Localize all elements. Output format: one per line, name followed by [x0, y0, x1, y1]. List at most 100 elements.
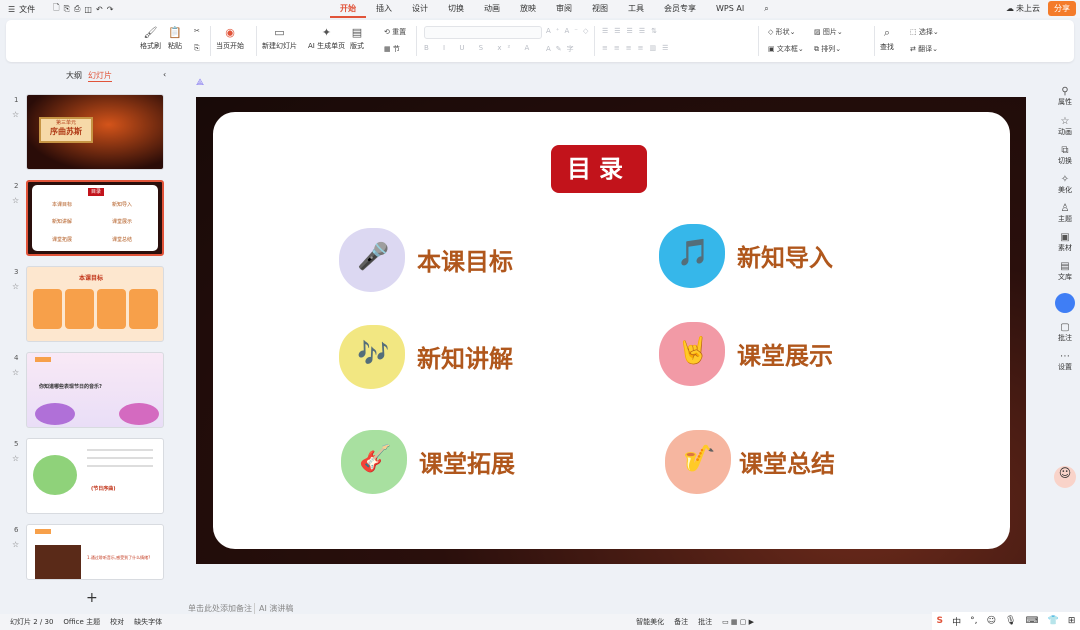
play-icon: ◉: [225, 26, 235, 39]
theme-name[interactable]: Office 主题: [63, 617, 100, 627]
ai-slide-button[interactable]: ✦ AI 生成单页: [308, 26, 345, 51]
font-color-buttons: A✎字: [546, 45, 579, 53]
find-button[interactable]: ⌕ 查找: [880, 26, 894, 52]
cut-icon[interactable]: ✂: [194, 27, 200, 35]
slide-canvas[interactable]: 目录 🎤 本课目标 🎵 新知导入 🎶 新知讲解 🤘 课堂展示 🎸 课堂拓展 🎷 …: [196, 97, 1026, 564]
theme-icon: ♙: [1060, 203, 1070, 214]
tab-view[interactable]: 视图: [582, 0, 618, 18]
ime-language[interactable]: 中: [952, 615, 961, 628]
format-painter-button[interactable]: 🖌 格式刷: [140, 26, 161, 51]
avatar[interactable]: ☺: [1054, 466, 1076, 488]
view-icons[interactable]: ▭ ▦ ▢ ▶: [722, 618, 754, 626]
new-slide-button[interactable]: ▭ 新建幻灯片: [262, 26, 297, 51]
missing-font-button[interactable]: 缺失字体: [134, 617, 162, 627]
settings-button[interactable]: ⋯ 设置: [1050, 351, 1080, 372]
clipboard-icon: 📋: [168, 26, 182, 39]
transition-button[interactable]: ⧉ 切换: [1050, 145, 1080, 166]
comments-status-button[interactable]: 批注: [698, 617, 712, 627]
proofing-button[interactable]: 校对: [110, 617, 124, 627]
star-icon[interactable]: ☆: [12, 196, 19, 205]
grid-icon[interactable]: ⊞: [1068, 616, 1076, 626]
hamburger-icon[interactable]: ☰: [8, 5, 15, 14]
ai-assist-icon[interactable]: ⟁: [196, 78, 204, 88]
slide-thumb-row[interactable]: 4 ☆ 你知道哪些表现节日的音乐?: [0, 350, 180, 430]
redo-icon[interactable]: ↷: [107, 5, 114, 14]
search-icon[interactable]: ⌕: [754, 0, 778, 18]
play-current-button[interactable]: ◉ 当页开始: [216, 26, 244, 51]
theme-button[interactable]: ♙ 主题: [1050, 203, 1080, 224]
slide-thumb-selected[interactable]: 目录 本课目标 新知导入 新知讲解 课堂展示 课堂拓展 课堂总结: [26, 180, 164, 256]
layout-button[interactable]: ▤ 版式: [350, 26, 364, 51]
slide-thumb-row[interactable]: 1 ☆ 第三单元 序曲苏斯: [0, 92, 180, 172]
punctuation-icon[interactable]: °,: [970, 616, 977, 626]
font-select[interactable]: [424, 26, 542, 39]
notes-button[interactable]: 备注: [674, 617, 688, 627]
translate-button[interactable]: ⇄ 翻译⌄: [910, 44, 938, 54]
tab-slideshow[interactable]: 放映: [510, 0, 546, 18]
notes-input[interactable]: 单击此处添加备注: [188, 603, 252, 614]
tab-wps-ai[interactable]: WPS AI: [706, 0, 754, 18]
tab-transition[interactable]: 切换: [438, 0, 474, 18]
slide-thumb[interactable]: 第三单元 序曲苏斯: [26, 94, 164, 170]
comments-button[interactable]: ▢ 批注: [1050, 322, 1080, 343]
tab-animation[interactable]: 动画: [474, 0, 510, 18]
star-icon[interactable]: ☆: [12, 282, 19, 291]
emoji-icon[interactable]: ☺: [987, 616, 996, 626]
file-menu[interactable]: 文件: [19, 4, 35, 15]
slide-thumb[interactable]: 本课目标: [26, 266, 164, 342]
properties-icon: ⚲: [1061, 86, 1069, 97]
slides-tab[interactable]: 幻灯片: [88, 70, 112, 82]
print-icon[interactable]: ⎙: [74, 4, 80, 14]
cloud-status[interactable]: 未上云: [1016, 3, 1040, 14]
add-slide-button[interactable]: +: [86, 590, 98, 606]
outline-tab[interactable]: 大纲: [66, 70, 82, 81]
tab-home[interactable]: 开始: [330, 0, 366, 18]
animation-button[interactable]: ☆ 动画: [1050, 116, 1080, 137]
star-icon[interactable]: ☆: [12, 454, 19, 463]
tab-member[interactable]: 会员专享: [654, 0, 706, 18]
shape-button[interactable]: ◇ 形状⌄: [768, 27, 795, 37]
preview-icon[interactable]: ◫: [84, 5, 92, 14]
keyboard-icon[interactable]: ⌨: [1026, 616, 1039, 626]
tab-review[interactable]: 审阅: [546, 0, 582, 18]
properties-button[interactable]: ⚲ 属性: [1050, 86, 1080, 107]
skin-icon[interactable]: 👕: [1048, 616, 1059, 626]
ime-logo-icon[interactable]: S: [937, 616, 943, 626]
thumb-title-box: 第三单元 序曲苏斯: [39, 117, 93, 143]
slide-thumb[interactable]: 1.通过聆听音乐,感受到了什么情绪?: [26, 524, 164, 580]
assistant-icon[interactable]: [1055, 293, 1075, 313]
section-button[interactable]: ▦ 节: [384, 44, 400, 54]
collapse-panel-icon[interactable]: ‹: [163, 70, 166, 79]
material-button[interactable]: ▣ 素材: [1050, 232, 1080, 253]
beautify-button[interactable]: ✧ 美化: [1050, 174, 1080, 195]
slide-thumb-row[interactable]: 3 ☆ 本课目标: [0, 264, 180, 344]
save-icon[interactable]: 🗋: [53, 2, 59, 16]
mic-icon[interactable]: 🎙: [1005, 616, 1016, 626]
slide-title[interactable]: 目录: [551, 145, 647, 193]
library-button[interactable]: ▤ 文库: [1050, 261, 1080, 282]
share-button[interactable]: 分享: [1048, 1, 1076, 16]
slide-thumb[interactable]: 你知道哪些表现节日的音乐?: [26, 352, 164, 428]
smart-beautify-button[interactable]: 智能美化: [636, 617, 664, 627]
paste-button[interactable]: 📋 粘贴: [168, 26, 182, 51]
star-icon[interactable]: ☆: [12, 540, 19, 549]
star-icon[interactable]: ☆: [12, 368, 19, 377]
export-icon[interactable]: ⎘: [64, 4, 70, 14]
select-button[interactable]: ⬚ 选择⌄: [910, 27, 939, 37]
copy-icon[interactable]: ⎘: [194, 44, 200, 53]
font-size-buttons: A⁺A⁻◇: [546, 27, 594, 35]
arrange-button[interactable]: ⧉ 排列⌄: [814, 44, 841, 54]
ai-speech-button[interactable]: AI 演讲稿: [254, 603, 293, 614]
picture-button[interactable]: ▨ 图片⌄: [814, 27, 843, 37]
tab-design[interactable]: 设计: [402, 0, 438, 18]
slide-thumb-row[interactable]: 5 ☆ (节日序曲): [0, 436, 180, 516]
tab-insert[interactable]: 插入: [366, 0, 402, 18]
reset-button[interactable]: ⟲ 重置: [384, 27, 406, 37]
undo-icon[interactable]: ↶: [96, 5, 103, 14]
star-icon[interactable]: ☆: [12, 110, 19, 119]
slide-thumb[interactable]: (节日序曲): [26, 438, 164, 514]
slide-thumb-row[interactable]: 2 ☆ 目录 本课目标 新知导入 新知讲解 课堂展示 课堂拓展 课堂总结: [0, 178, 180, 258]
tab-tools[interactable]: 工具: [618, 0, 654, 18]
animation-icon: ☆: [1060, 116, 1070, 127]
textbox-button[interactable]: ▣ 文本框⌄: [768, 44, 804, 54]
